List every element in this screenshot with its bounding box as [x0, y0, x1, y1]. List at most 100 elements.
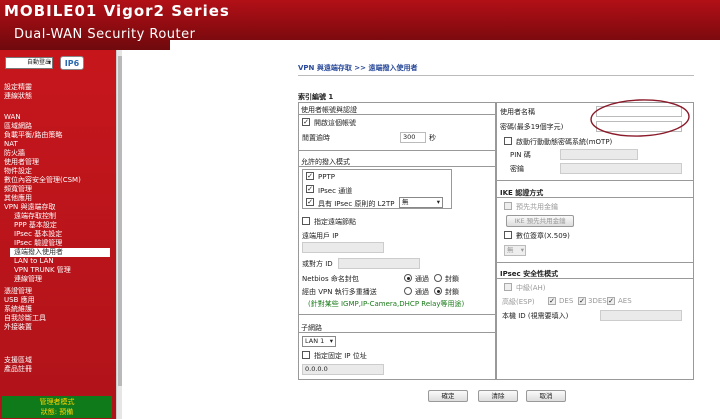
username-label: 使用者名稱 [500, 108, 535, 116]
cert-checkbox[interactable] [504, 231, 512, 239]
remote-ip-label: 遠端用戶 IP [302, 232, 339, 240]
netbios-block-label: 封鎖 [445, 275, 459, 283]
sidebar-item3-1[interactable]: 產品註冊 [4, 365, 32, 374]
sidebar-sub-item-5[interactable]: LAN to LAN [14, 257, 54, 266]
chevron-down-icon: ▾ [329, 337, 333, 345]
sidebar-item-10[interactable]: 頻寬管理 [4, 185, 32, 194]
model-title: Dual-WAN Security Router [14, 27, 196, 42]
idle-unit: 秒 [429, 134, 436, 142]
3des-label: 3DES [588, 297, 607, 305]
sidebar-sub-item-0[interactable]: 遠端存取控制 [14, 212, 56, 221]
idle-timeout-label: 閒置逾時 [302, 134, 330, 142]
sidebar-sub-item-2[interactable]: IPsec 基本設定 [14, 230, 62, 239]
motp-checkbox[interactable] [504, 137, 512, 145]
password-label: 密碼(最多19個字元) [500, 123, 564, 131]
local-id-label: 本機 ID (視需要填入) [502, 312, 569, 320]
sidebar-item2-0[interactable]: 憑證管理 [4, 287, 32, 296]
page-title: VPN 與遠端存取 >> 遠端撥入使用者 [298, 64, 418, 72]
aes-label: AES [618, 297, 632, 305]
local-id-input[interactable] [600, 310, 682, 321]
sidebar-item3-0[interactable]: 支援區域 [4, 356, 32, 365]
3des-checkbox[interactable]: ✓ [578, 297, 586, 305]
ok-button[interactable]: 確定 [428, 390, 468, 402]
netbios-pass-radio[interactable] [404, 274, 412, 282]
secret-label: 密鑰 [510, 165, 524, 173]
chevron-down-icon: ▾ [520, 246, 524, 254]
multicast-pass-radio[interactable] [404, 287, 412, 295]
ipsec-label: IPsec 通道 [318, 187, 353, 195]
clear-button[interactable]: 清除 [478, 390, 518, 402]
header-band [170, 40, 720, 50]
sidebar-sub-item-6[interactable]: VPN TRUNK 管理 [14, 266, 71, 275]
sidebar-item-3[interactable]: 區域網路 [4, 122, 32, 131]
secret-input[interactable] [560, 163, 682, 174]
sidebar-item-5[interactable]: NAT [4, 140, 18, 149]
pin-label: PIN 碼 [510, 151, 531, 159]
status-box: 管理者模式 狀態: 預備 [2, 396, 112, 418]
aes-checkbox[interactable]: ✓ [607, 297, 615, 305]
sidebar-item-2[interactable]: WAN [4, 113, 21, 122]
annotation-circle [590, 99, 690, 137]
multicast-note: (針對某些 IGMP,IP-Camera,DHCP Relay等用途) [308, 300, 465, 308]
enable-account-checkbox[interactable]: ✓ [302, 118, 310, 126]
sidebar-item-1[interactable]: 連線狀態 [4, 92, 32, 101]
sidebar-sub-item-4[interactable]: 遠端撥入使用者 [10, 248, 110, 257]
chevron-down-icon: ▾ [436, 198, 440, 206]
status-state: 狀態: 預備 [40, 408, 74, 416]
multicast-pass-label: 通過 [415, 288, 429, 296]
sidebar-item2-3[interactable]: 自我診斷工具 [4, 314, 46, 323]
sidebar-sub-item-3[interactable]: IPsec 驗證管理 [14, 239, 62, 248]
sidebar-item-12[interactable]: VPN 與遠端存取 [4, 203, 55, 212]
sidebar-sub-item-7[interactable]: 連線管理 [14, 275, 42, 284]
ike-psk-button[interactable]: IKE 預先共用金鑰 [506, 215, 574, 227]
psk-checkbox[interactable] [504, 202, 512, 210]
status-mode: 管理者模式 [39, 398, 75, 406]
sidebar-item-9[interactable]: 數位內容安全管理(CSM) [4, 176, 81, 185]
sidebar-item2-2[interactable]: 系統維護 [4, 305, 32, 314]
psk-label: 預先共用金鑰 [516, 203, 558, 211]
high-label: 高級(ESP) [502, 298, 535, 306]
sidebar-item2-4[interactable]: 外接裝置 [4, 323, 32, 332]
sidebar-item-8[interactable]: 物件設定 [4, 167, 32, 176]
multicast-block-label: 封鎖 [445, 288, 459, 296]
netbios-block-radio[interactable] [434, 274, 442, 282]
specify-node-checkbox[interactable] [302, 217, 310, 225]
sidebar-item-7[interactable]: 使用者管理 [4, 158, 39, 167]
sidebar-item2-1[interactable]: USB 應用 [4, 296, 35, 305]
pin-input[interactable] [560, 149, 638, 160]
header-banner: MOBILE01 Vigor2 Series Dual-WAN Security… [0, 0, 720, 50]
cert-label: 數位簽章(X.509) [516, 232, 570, 240]
fixed-ip-input[interactable]: 0.0.0.0 [302, 364, 384, 375]
sidebar-item-6[interactable]: 防火牆 [4, 149, 25, 158]
fixed-ip-checkbox[interactable] [302, 351, 310, 359]
des-checkbox[interactable]: ✓ [548, 297, 556, 305]
sidebar-item-0[interactable]: 設定精靈 [4, 83, 32, 92]
brand-logo: MOBILE01 Vigor2 Series [4, 2, 230, 20]
peer-id-label: 或對方 ID [302, 260, 333, 268]
ipv6-badge[interactable]: IP6 [60, 56, 84, 70]
l2tp-policy-select[interactable]: 無 ▾ [399, 197, 443, 208]
netbios-pass-label: 通過 [415, 275, 429, 283]
medium-checkbox[interactable] [504, 283, 512, 291]
auto-logout-select[interactable]: 自動登出 ▾ [5, 57, 53, 69]
sidebar-sub-item-1[interactable]: PPP 基本設定 [14, 221, 57, 230]
lan-select[interactable]: LAN 1 ▾ [302, 336, 336, 347]
main-content: VPN 與遠端存取 >> 遠端撥入使用者 索引編號 1 使用者帳號與認證 ✓ 開… [122, 50, 720, 419]
idle-timeout-input[interactable]: 300 [400, 132, 426, 143]
netbios-label: Netbios 命名封包 [302, 275, 359, 283]
fixed-ip-label: 指定固定 IP 位址 [314, 352, 367, 360]
sidebar-item-11[interactable]: 其他應用 [4, 194, 32, 203]
cancel-button[interactable]: 取消 [526, 390, 566, 402]
enable-account-label: 開啟這個帳號 [314, 119, 356, 127]
ipsec-checkbox[interactable]: ✓ [306, 185, 314, 193]
specify-node-label: 指定遠端節點 [314, 218, 356, 226]
remote-ip-input[interactable] [302, 242, 384, 253]
pptp-checkbox[interactable]: ✓ [306, 172, 314, 180]
l2tp-label: 具有 IPsec 原則的 L2TP [318, 200, 395, 208]
l2tp-checkbox[interactable]: ✓ [306, 198, 314, 206]
cert-select[interactable]: 無 ▾ [504, 245, 526, 256]
sidebar-item-4[interactable]: 負載平衡/路由策略 [4, 131, 62, 140]
peer-id-input[interactable] [338, 258, 420, 269]
medium-label: 中級(AH) [516, 284, 546, 292]
multicast-block-radio[interactable] [434, 287, 442, 295]
